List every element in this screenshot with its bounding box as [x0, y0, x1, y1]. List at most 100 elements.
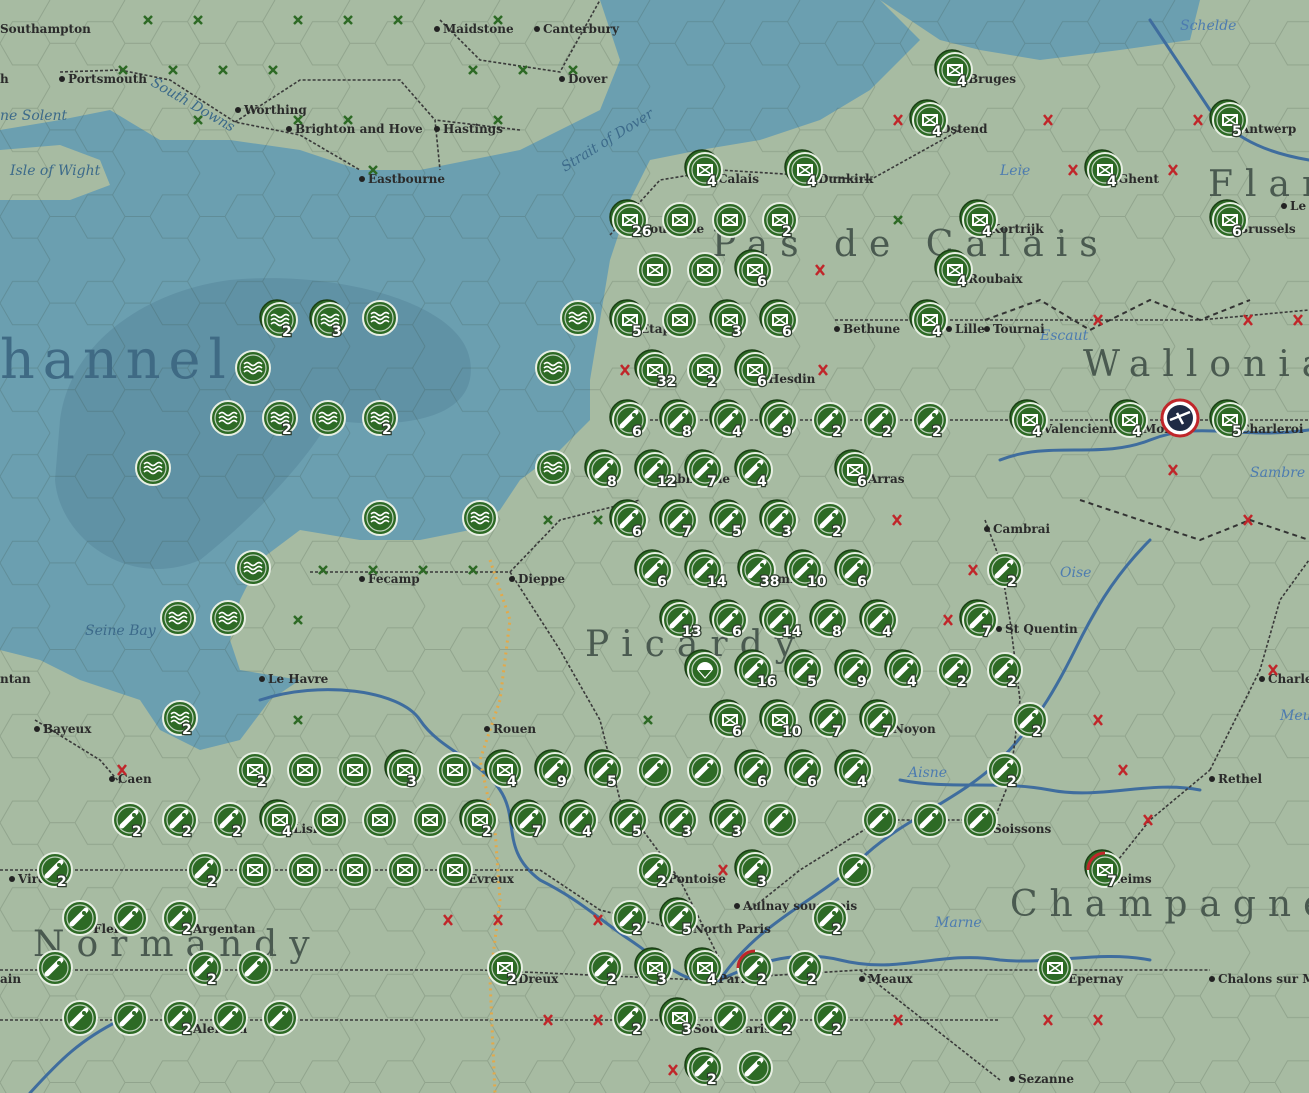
unit-counter-armor[interactable]	[112, 1000, 148, 1036]
unit-counter-armor[interactable]	[637, 752, 673, 788]
unit-counter-armor[interactable]	[837, 852, 873, 888]
city[interactable]: St Quentin	[996, 622, 1078, 636]
unit-stack-count: 4	[757, 474, 767, 490]
city-name: Caen	[118, 772, 152, 786]
unit-counter-naval[interactable]	[210, 600, 246, 636]
unit-counter-naval[interactable]	[535, 450, 571, 486]
unit-counter-infantry[interactable]	[662, 302, 698, 338]
unit-counter-infantry[interactable]	[637, 252, 673, 288]
unit-stack-count: 4	[857, 774, 867, 790]
city-dot-icon	[1209, 976, 1215, 982]
enemy-air-unit[interactable]	[1160, 398, 1200, 438]
city[interactable]: Brighton and Hove	[286, 122, 423, 136]
unit-counter-infantry[interactable]	[237, 852, 273, 888]
unit-counter-infantry[interactable]	[712, 202, 748, 238]
unit-stack-count: 4	[732, 424, 742, 440]
unit-stack-count: 3	[682, 1022, 692, 1038]
city-name: Dover	[568, 72, 608, 86]
unit-counter-naval[interactable]	[135, 450, 171, 486]
city[interactable]: Rethel	[1209, 772, 1263, 786]
city[interactable]: ain	[0, 972, 21, 986]
unit-counter-infantry[interactable]	[337, 752, 373, 788]
unit-counter-naval[interactable]	[235, 550, 271, 586]
unit-counter-armor[interactable]	[262, 1000, 298, 1036]
city-name: Kortrijk	[990, 222, 1044, 236]
city[interactable]: h	[0, 72, 9, 86]
unit-counter-armor[interactable]	[37, 950, 73, 986]
strategic-hex-map[interactable]: hannelPas de CalaisWalloniaPicardyNorman…	[0, 0, 1309, 1093]
city[interactable]: Chalons sur Marne	[1209, 972, 1309, 986]
unit-counter-armor[interactable]	[237, 950, 273, 986]
unit-stack-count: 3	[407, 774, 417, 790]
unit-stack-count: 2	[182, 824, 192, 840]
city[interactable]: Dieppe	[509, 572, 565, 586]
unit-counter-armor[interactable]	[687, 752, 723, 788]
unit-counter-infantry[interactable]	[362, 802, 398, 838]
unit-counter-armor[interactable]	[62, 900, 98, 936]
city-dot-icon	[859, 976, 865, 982]
unit-counter-infantry[interactable]	[387, 852, 423, 888]
city-name: Argentan	[192, 922, 256, 936]
unit-counter-naval[interactable]	[235, 350, 271, 386]
city[interactable]: ntan	[0, 672, 31, 686]
unit-counter-naval[interactable]	[560, 300, 596, 336]
unit-counter-naval[interactable]	[160, 600, 196, 636]
city-name: Dunkirk	[818, 172, 874, 186]
unit-stack-count: 9	[857, 674, 867, 690]
city[interactable]: Le Havre	[259, 672, 329, 686]
city-name: Arras	[867, 472, 905, 486]
unit-counter-naval[interactable]	[210, 400, 246, 436]
unit-stack-count: 2	[232, 824, 242, 840]
city[interactable]: Eastbourne	[359, 172, 445, 186]
unit-counter-armor[interactable]	[212, 1000, 248, 1036]
city[interactable]: Canterbury	[534, 22, 620, 36]
unit-stack-count: 2	[832, 424, 842, 440]
city[interactable]: Bethune	[834, 322, 900, 336]
unit-counter-infantry[interactable]	[287, 852, 323, 888]
city[interactable]: Fecamp	[359, 572, 420, 586]
unit-counter-infantry[interactable]	[1037, 950, 1073, 986]
unit-counter-infantry[interactable]	[337, 852, 373, 888]
unit-stack-count: 6	[732, 724, 742, 740]
city[interactable]: Maidstone	[434, 22, 514, 36]
city[interactable]: North Paris	[684, 922, 771, 936]
city-name: ntan	[0, 672, 31, 686]
city[interactable]: Southampton	[0, 22, 91, 36]
unit-counter-naval[interactable]	[310, 400, 346, 436]
city[interactable]: Cambrai	[984, 522, 1051, 536]
city[interactable]: Tournai	[984, 322, 1045, 336]
unit-stack-count: 2	[832, 922, 842, 938]
city[interactable]: Portsmouth	[59, 72, 147, 86]
unit-counter-armor[interactable]	[712, 1000, 748, 1036]
city[interactable]: Bayeux	[34, 722, 92, 736]
city-dot-icon	[235, 107, 241, 113]
unit-counter-armor[interactable]	[862, 802, 898, 838]
unit-counter-armor[interactable]	[762, 802, 798, 838]
unit-counter-infantry[interactable]	[437, 852, 473, 888]
unit-counter-infantry[interactable]	[287, 752, 323, 788]
unit-counter-armor[interactable]	[112, 900, 148, 936]
city[interactable]: Sezanne	[1009, 1072, 1074, 1086]
city[interactable]: Hastings	[434, 122, 503, 136]
unit-counter-naval[interactable]	[362, 300, 398, 336]
city[interactable]: Meaux	[859, 972, 913, 986]
unit-counter-naval[interactable]	[362, 500, 398, 536]
unit-counter-armor[interactable]	[912, 802, 948, 838]
water-label: ne Solent	[0, 108, 68, 124]
city[interactable]: Worthing	[235, 103, 307, 117]
unit-counter-infantry[interactable]	[412, 802, 448, 838]
unit-counter-infantry[interactable]	[687, 252, 723, 288]
unit-stack-count: 6	[757, 274, 767, 290]
unit-counter-infantry[interactable]	[312, 802, 348, 838]
city-dot-icon	[1281, 203, 1287, 209]
unit-counter-naval[interactable]	[535, 350, 571, 386]
unit-counter-infantry[interactable]	[437, 752, 473, 788]
city-dot-icon	[484, 726, 490, 732]
city-name: Chalons sur Marne	[1218, 972, 1309, 986]
unit-counter-armor[interactable]	[62, 1000, 98, 1036]
unit-stack-count: 2	[482, 824, 492, 840]
unit-counter-naval[interactable]	[462, 500, 498, 536]
unit-counter-armor[interactable]	[737, 1050, 773, 1086]
unit-counter-armor[interactable]	[962, 802, 998, 838]
unit-counter-infantry[interactable]	[662, 202, 698, 238]
